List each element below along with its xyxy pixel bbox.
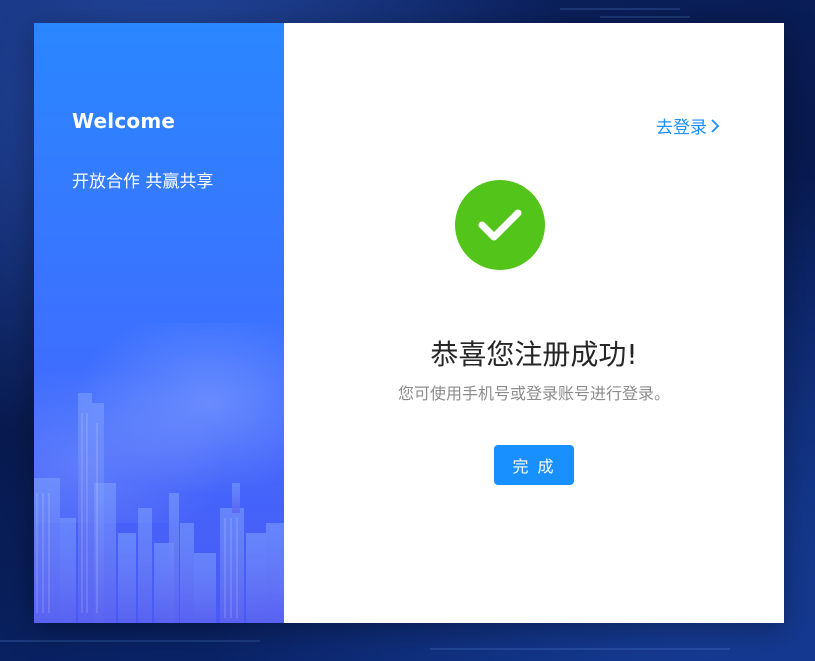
success-title: 恭喜您注册成功!	[430, 338, 638, 371]
background-streak	[560, 8, 680, 10]
background-streak	[430, 648, 730, 650]
left-brand-panel: Welcome 开放合作 共赢共享	[34, 23, 284, 623]
done-button[interactable]: 完 成	[494, 445, 574, 485]
background-streak	[600, 16, 690, 18]
city-skyline-image	[34, 393, 284, 623]
success-subtitle: 您可使用手机号或登录账号进行登录。	[397, 384, 670, 403]
welcome-heading: Welcome	[72, 109, 176, 133]
background-streak	[0, 640, 260, 642]
slogan-text: 开放合作 共赢共享	[72, 172, 214, 192]
success-message-area: 恭喜您注册成功! 您可使用手机号或登录账号进行登录。 完 成	[284, 23, 784, 623]
